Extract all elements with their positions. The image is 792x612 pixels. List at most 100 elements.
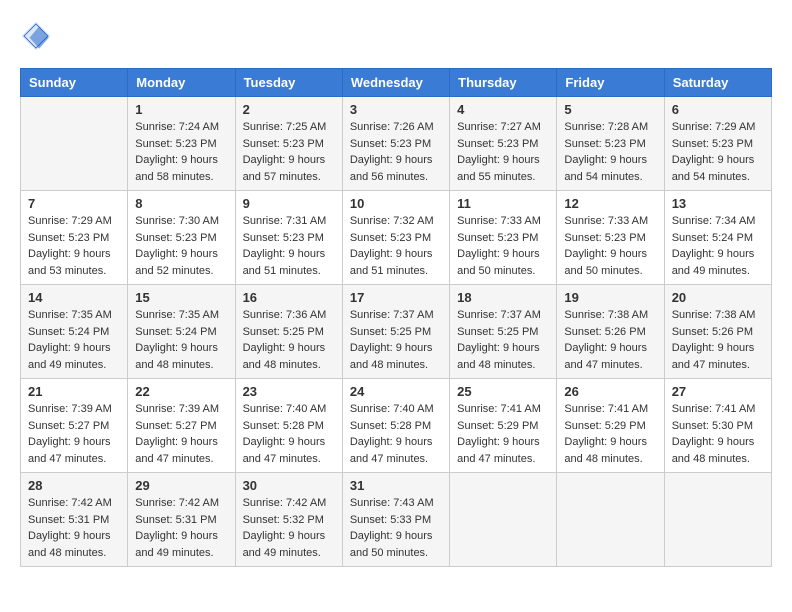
day-info: Sunrise: 7:31 AM Sunset: 5:23 PM Dayligh… bbox=[243, 213, 335, 279]
calendar-cell: 7Sunrise: 7:29 AM Sunset: 5:23 PM Daylig… bbox=[21, 191, 128, 285]
day-info: Sunrise: 7:30 AM Sunset: 5:23 PM Dayligh… bbox=[135, 213, 227, 279]
day-info: Sunrise: 7:39 AM Sunset: 5:27 PM Dayligh… bbox=[28, 401, 120, 467]
day-number: 26 bbox=[564, 384, 656, 399]
day-number: 16 bbox=[243, 290, 335, 305]
page-header bbox=[20, 20, 772, 52]
calendar-cell: 17 Sunrise: 7:37 AM Sunset: 5:25 PM Dayli… bbox=[342, 285, 449, 379]
day-info: Sunrise: 7:28 AM Sunset: 5:23 PM Dayligh… bbox=[564, 119, 656, 185]
header-cell-monday: Monday bbox=[128, 69, 235, 97]
header-cell-sunday: Sunday bbox=[21, 69, 128, 97]
calendar-cell: 5 Sunrise: 7:28 AM Sunset: 5:23 PM Daylig… bbox=[557, 97, 664, 191]
calendar-cell bbox=[664, 473, 771, 567]
day-number: 30 bbox=[243, 478, 335, 493]
logo-icon bbox=[20, 20, 52, 52]
day-number: 18 bbox=[457, 290, 549, 305]
day-number: 5 bbox=[564, 102, 656, 117]
day-info: Sunrise: 7:42 AM Sunset: 5:31 PM Dayligh… bbox=[28, 495, 120, 561]
day-info: Sunrise: 7:42 AM Sunset: 5:32 PM Dayligh… bbox=[243, 495, 335, 561]
week-row-0: 1 Sunrise: 7:24 AM Sunset: 5:23 PM Daylig… bbox=[21, 97, 772, 191]
calendar-cell bbox=[450, 473, 557, 567]
day-info: Sunrise: 7:41 AM Sunset: 5:29 PM Dayligh… bbox=[564, 401, 656, 467]
day-number: 29 bbox=[135, 478, 227, 493]
calendar-cell: 28 Sunrise: 7:42 AM Sunset: 5:31 PM Dayli… bbox=[21, 473, 128, 567]
calendar-cell: 25 Sunrise: 7:41 AM Sunset: 5:29 PM Dayli… bbox=[450, 379, 557, 473]
calendar-cell bbox=[21, 97, 128, 191]
calendar-cell: 30 Sunrise: 7:42 AM Sunset: 5:32 PM Dayli… bbox=[235, 473, 342, 567]
calendar-cell: 20 Sunrise: 7:38 AM Sunset: 5:26 PM Dayli… bbox=[664, 285, 771, 379]
header-cell-tuesday: Tuesday bbox=[235, 69, 342, 97]
day-info: Sunrise: 7:35 AM Sunset: 5:24 PM Dayligh… bbox=[28, 307, 120, 373]
calendar-cell bbox=[557, 473, 664, 567]
day-number: 15 bbox=[135, 290, 227, 305]
day-info: Sunrise: 7:37 AM Sunset: 5:25 PM Dayligh… bbox=[350, 307, 442, 373]
day-info: Sunrise: 7:36 AM Sunset: 5:25 PM Dayligh… bbox=[243, 307, 335, 373]
calendar-cell: 13 Sunrise: 7:34 AM Sunset: 5:24 PM Dayli… bbox=[664, 191, 771, 285]
day-number: 9 bbox=[243, 196, 335, 211]
day-number: 1 bbox=[135, 102, 227, 117]
calendar-cell: 12 Sunrise: 7:33 AM Sunset: 5:23 PM Dayli… bbox=[557, 191, 664, 285]
day-info: Sunrise: 7:29 AM Sunset: 5:23 PM Dayligh… bbox=[28, 213, 120, 279]
day-info: Sunrise: 7:41 AM Sunset: 5:29 PM Dayligh… bbox=[457, 401, 549, 467]
day-info: Sunrise: 7:40 AM Sunset: 5:28 PM Dayligh… bbox=[243, 401, 335, 467]
day-info: Sunrise: 7:34 AM Sunset: 5:24 PM Dayligh… bbox=[672, 213, 764, 279]
day-number: 3 bbox=[350, 102, 442, 117]
day-number: 13 bbox=[672, 196, 764, 211]
day-info: Sunrise: 7:33 AM Sunset: 5:23 PM Dayligh… bbox=[564, 213, 656, 279]
calendar-cell: 31 Sunrise: 7:43 AM Sunset: 5:33 PM Dayli… bbox=[342, 473, 449, 567]
calendar-cell: 10Sunrise: 7:32 AM Sunset: 5:23 PM Dayli… bbox=[342, 191, 449, 285]
calendar-cell: 29 Sunrise: 7:42 AM Sunset: 5:31 PM Dayli… bbox=[128, 473, 235, 567]
day-info: Sunrise: 7:37 AM Sunset: 5:25 PM Dayligh… bbox=[457, 307, 549, 373]
calendar-cell: 11Sunrise: 7:33 AM Sunset: 5:23 PM Dayli… bbox=[450, 191, 557, 285]
day-number: 6 bbox=[672, 102, 764, 117]
header-cell-saturday: Saturday bbox=[664, 69, 771, 97]
calendar-cell: 8Sunrise: 7:30 AM Sunset: 5:23 PM Daylig… bbox=[128, 191, 235, 285]
calendar-cell: 2 Sunrise: 7:25 AM Sunset: 5:23 PM Daylig… bbox=[235, 97, 342, 191]
day-info: Sunrise: 7:25 AM Sunset: 5:23 PM Dayligh… bbox=[243, 119, 335, 185]
logo bbox=[20, 20, 56, 52]
calendar-cell: 14 Sunrise: 7:35 AM Sunset: 5:24 PM Dayli… bbox=[21, 285, 128, 379]
header-cell-thursday: Thursday bbox=[450, 69, 557, 97]
day-number: 27 bbox=[672, 384, 764, 399]
day-number: 12 bbox=[564, 196, 656, 211]
week-row-4: 28 Sunrise: 7:42 AM Sunset: 5:31 PM Dayli… bbox=[21, 473, 772, 567]
day-number: 19 bbox=[564, 290, 656, 305]
calendar-cell: 22Sunrise: 7:39 AM Sunset: 5:27 PM Dayli… bbox=[128, 379, 235, 473]
day-number: 14 bbox=[28, 290, 120, 305]
day-info: Sunrise: 7:38 AM Sunset: 5:26 PM Dayligh… bbox=[564, 307, 656, 373]
day-info: Sunrise: 7:32 AM Sunset: 5:23 PM Dayligh… bbox=[350, 213, 442, 279]
day-info: Sunrise: 7:26 AM Sunset: 5:23 PM Dayligh… bbox=[350, 119, 442, 185]
calendar-cell: 16 Sunrise: 7:36 AM Sunset: 5:25 PM Dayli… bbox=[235, 285, 342, 379]
calendar-cell: 3 Sunrise: 7:26 AM Sunset: 5:23 PM Daylig… bbox=[342, 97, 449, 191]
calendar-cell: 1 Sunrise: 7:24 AM Sunset: 5:23 PM Daylig… bbox=[128, 97, 235, 191]
day-info: Sunrise: 7:43 AM Sunset: 5:33 PM Dayligh… bbox=[350, 495, 442, 561]
day-number: 17 bbox=[350, 290, 442, 305]
day-number: 28 bbox=[28, 478, 120, 493]
day-number: 20 bbox=[672, 290, 764, 305]
calendar-cell: 4 Sunrise: 7:27 AM Sunset: 5:23 PM Daylig… bbox=[450, 97, 557, 191]
calendar-cell: 15 Sunrise: 7:35 AM Sunset: 5:24 PM Dayli… bbox=[128, 285, 235, 379]
day-info: Sunrise: 7:33 AM Sunset: 5:23 PM Dayligh… bbox=[457, 213, 549, 279]
calendar-cell: 21 Sunrise: 7:39 AM Sunset: 5:27 PM Dayli… bbox=[21, 379, 128, 473]
day-info: Sunrise: 7:29 AM Sunset: 5:23 PM Dayligh… bbox=[672, 119, 764, 185]
calendar-body: 1 Sunrise: 7:24 AM Sunset: 5:23 PM Daylig… bbox=[21, 97, 772, 567]
day-info: Sunrise: 7:41 AM Sunset: 5:30 PM Dayligh… bbox=[672, 401, 764, 467]
week-row-3: 21 Sunrise: 7:39 AM Sunset: 5:27 PM Dayli… bbox=[21, 379, 772, 473]
calendar-cell: 19 Sunrise: 7:38 AM Sunset: 5:26 PM Dayli… bbox=[557, 285, 664, 379]
day-number: 31 bbox=[350, 478, 442, 493]
calendar-cell: 27 Sunrise: 7:41 AM Sunset: 5:30 PM Dayli… bbox=[664, 379, 771, 473]
header-row: SundayMondayTuesdayWednesdayThursdayFrid… bbox=[21, 69, 772, 97]
calendar-cell: 9 Sunrise: 7:31 AM Sunset: 5:23 PM Daylig… bbox=[235, 191, 342, 285]
day-number: 25 bbox=[457, 384, 549, 399]
calendar-cell: 23Sunrise: 7:40 AM Sunset: 5:28 PM Dayli… bbox=[235, 379, 342, 473]
day-info: Sunrise: 7:42 AM Sunset: 5:31 PM Dayligh… bbox=[135, 495, 227, 561]
calendar-cell: 24Sunrise: 7:40 AM Sunset: 5:28 PM Dayli… bbox=[342, 379, 449, 473]
day-info: Sunrise: 7:38 AM Sunset: 5:26 PM Dayligh… bbox=[672, 307, 764, 373]
day-number: 4 bbox=[457, 102, 549, 117]
day-info: Sunrise: 7:35 AM Sunset: 5:24 PM Dayligh… bbox=[135, 307, 227, 373]
day-info: Sunrise: 7:27 AM Sunset: 5:23 PM Dayligh… bbox=[457, 119, 549, 185]
calendar-table: SundayMondayTuesdayWednesdayThursdayFrid… bbox=[20, 68, 772, 567]
day-info: Sunrise: 7:24 AM Sunset: 5:23 PM Dayligh… bbox=[135, 119, 227, 185]
day-info: Sunrise: 7:40 AM Sunset: 5:28 PM Dayligh… bbox=[350, 401, 442, 467]
day-number: 21 bbox=[28, 384, 120, 399]
day-number: 2 bbox=[243, 102, 335, 117]
